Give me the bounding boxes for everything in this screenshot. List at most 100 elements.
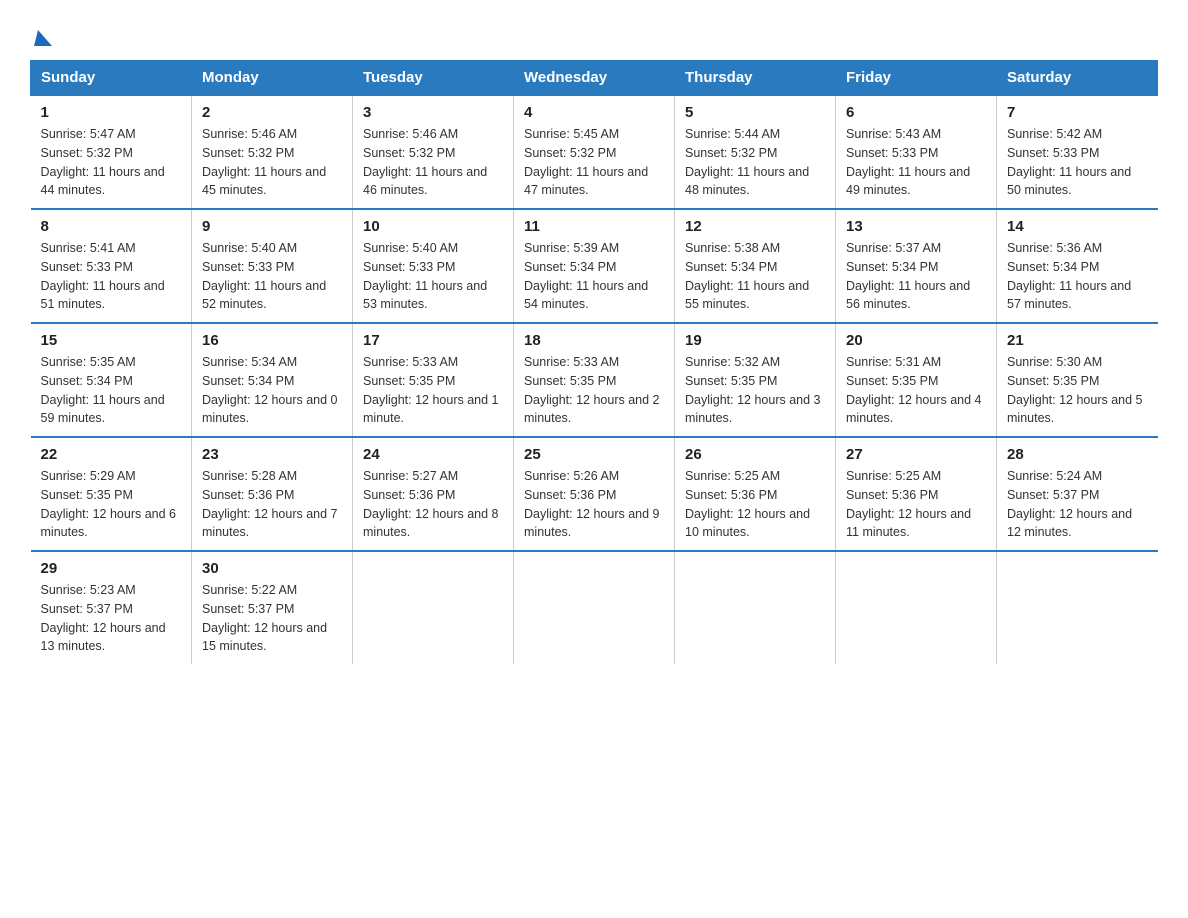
day-number: 16 xyxy=(202,332,342,349)
day-number: 15 xyxy=(41,332,182,349)
day-number: 4 xyxy=(524,104,664,121)
day-cell xyxy=(836,551,997,664)
day-number: 19 xyxy=(685,332,825,349)
day-cell: 4 Sunrise: 5:45 AM Sunset: 5:32 PM Dayli… xyxy=(514,95,675,209)
day-cell: 30 Sunrise: 5:22 AM Sunset: 5:37 PM Dayl… xyxy=(192,551,353,664)
day-info: Sunrise: 5:30 AM Sunset: 5:35 PM Dayligh… xyxy=(1007,353,1148,428)
day-number: 9 xyxy=(202,218,342,235)
day-cell: 11 Sunrise: 5:39 AM Sunset: 5:34 PM Dayl… xyxy=(514,209,675,323)
day-cell: 27 Sunrise: 5:25 AM Sunset: 5:36 PM Dayl… xyxy=(836,437,997,551)
day-cell: 26 Sunrise: 5:25 AM Sunset: 5:36 PM Dayl… xyxy=(675,437,836,551)
day-number: 22 xyxy=(41,446,182,463)
day-info: Sunrise: 5:38 AM Sunset: 5:34 PM Dayligh… xyxy=(685,239,825,314)
day-cell: 3 Sunrise: 5:46 AM Sunset: 5:32 PM Dayli… xyxy=(353,95,514,209)
day-number: 17 xyxy=(363,332,503,349)
day-number: 3 xyxy=(363,104,503,121)
day-cell: 2 Sunrise: 5:46 AM Sunset: 5:32 PM Dayli… xyxy=(192,95,353,209)
day-cell: 20 Sunrise: 5:31 AM Sunset: 5:35 PM Dayl… xyxy=(836,323,997,437)
day-number: 14 xyxy=(1007,218,1148,235)
day-cell xyxy=(514,551,675,664)
day-number: 23 xyxy=(202,446,342,463)
day-info: Sunrise: 5:46 AM Sunset: 5:32 PM Dayligh… xyxy=(363,125,503,200)
day-cell: 16 Sunrise: 5:34 AM Sunset: 5:34 PM Dayl… xyxy=(192,323,353,437)
header-wednesday: Wednesday xyxy=(514,61,675,96)
day-info: Sunrise: 5:33 AM Sunset: 5:35 PM Dayligh… xyxy=(363,353,503,428)
logo-triangle-icon xyxy=(32,28,54,50)
day-number: 27 xyxy=(846,446,986,463)
day-cell: 25 Sunrise: 5:26 AM Sunset: 5:36 PM Dayl… xyxy=(514,437,675,551)
day-cell: 28 Sunrise: 5:24 AM Sunset: 5:37 PM Dayl… xyxy=(997,437,1158,551)
day-cell: 13 Sunrise: 5:37 AM Sunset: 5:34 PM Dayl… xyxy=(836,209,997,323)
day-number: 18 xyxy=(524,332,664,349)
day-number: 12 xyxy=(685,218,825,235)
day-number: 1 xyxy=(41,104,182,121)
day-info: Sunrise: 5:33 AM Sunset: 5:35 PM Dayligh… xyxy=(524,353,664,428)
day-info: Sunrise: 5:34 AM Sunset: 5:34 PM Dayligh… xyxy=(202,353,342,428)
day-info: Sunrise: 5:24 AM Sunset: 5:37 PM Dayligh… xyxy=(1007,467,1148,542)
calendar-header: SundayMondayTuesdayWednesdayThursdayFrid… xyxy=(31,61,1158,96)
day-cell: 15 Sunrise: 5:35 AM Sunset: 5:34 PM Dayl… xyxy=(31,323,192,437)
day-info: Sunrise: 5:40 AM Sunset: 5:33 PM Dayligh… xyxy=(363,239,503,314)
day-number: 2 xyxy=(202,104,342,121)
header-monday: Monday xyxy=(192,61,353,96)
header-row: SundayMondayTuesdayWednesdayThursdayFrid… xyxy=(31,61,1158,96)
day-cell xyxy=(675,551,836,664)
day-number: 5 xyxy=(685,104,825,121)
day-number: 7 xyxy=(1007,104,1148,121)
day-info: Sunrise: 5:28 AM Sunset: 5:36 PM Dayligh… xyxy=(202,467,342,542)
header-sunday: Sunday xyxy=(31,61,192,96)
day-number: 13 xyxy=(846,218,986,235)
day-number: 8 xyxy=(41,218,182,235)
day-cell: 19 Sunrise: 5:32 AM Sunset: 5:35 PM Dayl… xyxy=(675,323,836,437)
day-info: Sunrise: 5:31 AM Sunset: 5:35 PM Dayligh… xyxy=(846,353,986,428)
page-header xyxy=(30,20,1158,50)
week-row-4: 22 Sunrise: 5:29 AM Sunset: 5:35 PM Dayl… xyxy=(31,437,1158,551)
day-info: Sunrise: 5:47 AM Sunset: 5:32 PM Dayligh… xyxy=(41,125,182,200)
day-cell: 8 Sunrise: 5:41 AM Sunset: 5:33 PM Dayli… xyxy=(31,209,192,323)
day-number: 10 xyxy=(363,218,503,235)
day-info: Sunrise: 5:42 AM Sunset: 5:33 PM Dayligh… xyxy=(1007,125,1148,200)
day-cell: 9 Sunrise: 5:40 AM Sunset: 5:33 PM Dayli… xyxy=(192,209,353,323)
day-info: Sunrise: 5:43 AM Sunset: 5:33 PM Dayligh… xyxy=(846,125,986,200)
day-info: Sunrise: 5:32 AM Sunset: 5:35 PM Dayligh… xyxy=(685,353,825,428)
day-number: 29 xyxy=(41,560,182,577)
day-info: Sunrise: 5:23 AM Sunset: 5:37 PM Dayligh… xyxy=(41,581,182,656)
week-row-5: 29 Sunrise: 5:23 AM Sunset: 5:37 PM Dayl… xyxy=(31,551,1158,664)
day-cell: 12 Sunrise: 5:38 AM Sunset: 5:34 PM Dayl… xyxy=(675,209,836,323)
day-cell: 14 Sunrise: 5:36 AM Sunset: 5:34 PM Dayl… xyxy=(997,209,1158,323)
day-info: Sunrise: 5:22 AM Sunset: 5:37 PM Dayligh… xyxy=(202,581,342,656)
day-info: Sunrise: 5:39 AM Sunset: 5:34 PM Dayligh… xyxy=(524,239,664,314)
day-number: 20 xyxy=(846,332,986,349)
calendar-body: 1 Sunrise: 5:47 AM Sunset: 5:32 PM Dayli… xyxy=(31,95,1158,664)
header-friday: Friday xyxy=(836,61,997,96)
day-cell: 21 Sunrise: 5:30 AM Sunset: 5:35 PM Dayl… xyxy=(997,323,1158,437)
day-info: Sunrise: 5:44 AM Sunset: 5:32 PM Dayligh… xyxy=(685,125,825,200)
day-info: Sunrise: 5:29 AM Sunset: 5:35 PM Dayligh… xyxy=(41,467,182,542)
day-cell: 1 Sunrise: 5:47 AM Sunset: 5:32 PM Dayli… xyxy=(31,95,192,209)
day-number: 30 xyxy=(202,560,342,577)
day-number: 25 xyxy=(524,446,664,463)
day-info: Sunrise: 5:40 AM Sunset: 5:33 PM Dayligh… xyxy=(202,239,342,314)
calendar-table: SundayMondayTuesdayWednesdayThursdayFrid… xyxy=(30,60,1158,664)
day-info: Sunrise: 5:41 AM Sunset: 5:33 PM Dayligh… xyxy=(41,239,182,314)
day-cell: 22 Sunrise: 5:29 AM Sunset: 5:35 PM Dayl… xyxy=(31,437,192,551)
day-cell xyxy=(997,551,1158,664)
day-cell: 23 Sunrise: 5:28 AM Sunset: 5:36 PM Dayl… xyxy=(192,437,353,551)
day-info: Sunrise: 5:26 AM Sunset: 5:36 PM Dayligh… xyxy=(524,467,664,542)
day-info: Sunrise: 5:27 AM Sunset: 5:36 PM Dayligh… xyxy=(363,467,503,542)
day-cell xyxy=(353,551,514,664)
header-tuesday: Tuesday xyxy=(353,61,514,96)
logo xyxy=(30,30,54,50)
day-info: Sunrise: 5:25 AM Sunset: 5:36 PM Dayligh… xyxy=(685,467,825,542)
day-number: 26 xyxy=(685,446,825,463)
day-number: 21 xyxy=(1007,332,1148,349)
day-info: Sunrise: 5:45 AM Sunset: 5:32 PM Dayligh… xyxy=(524,125,664,200)
day-info: Sunrise: 5:35 AM Sunset: 5:34 PM Dayligh… xyxy=(41,353,182,428)
day-cell: 10 Sunrise: 5:40 AM Sunset: 5:33 PM Dayl… xyxy=(353,209,514,323)
header-saturday: Saturday xyxy=(997,61,1158,96)
header-thursday: Thursday xyxy=(675,61,836,96)
week-row-3: 15 Sunrise: 5:35 AM Sunset: 5:34 PM Dayl… xyxy=(31,323,1158,437)
day-info: Sunrise: 5:36 AM Sunset: 5:34 PM Dayligh… xyxy=(1007,239,1148,314)
day-info: Sunrise: 5:25 AM Sunset: 5:36 PM Dayligh… xyxy=(846,467,986,542)
day-cell: 24 Sunrise: 5:27 AM Sunset: 5:36 PM Dayl… xyxy=(353,437,514,551)
